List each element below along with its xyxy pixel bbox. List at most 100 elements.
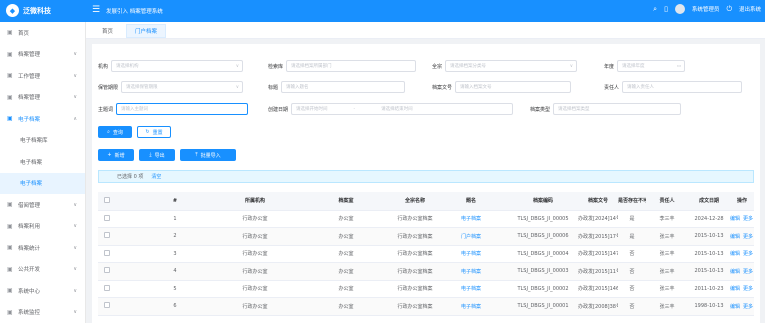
search-button[interactable]: ⌕ 查询	[98, 126, 132, 138]
date-label: 创建日期	[268, 106, 289, 113]
table-cell: 张三丰	[646, 262, 688, 281]
sidebar-item[interactable]: 电子档案	[0, 172, 85, 194]
chevron-icon: ∨	[73, 201, 77, 208]
edit-link[interactable]: 编辑	[730, 269, 740, 275]
table-cell: 行政办公室档案	[396, 262, 434, 281]
title-input[interactable]: 请输入题名	[281, 81, 406, 93]
tab-portal-archive[interactable]: 门户档案	[126, 24, 167, 38]
sidebar-item[interactable]: ▣ 工作管理 ∨	[0, 65, 85, 87]
archive-icon: ▣	[7, 50, 13, 58]
table-cell: 办政发[2015]147号	[578, 245, 618, 263]
edit-link[interactable]: 编辑	[730, 216, 740, 222]
fullscreen-icon[interactable]: ▯	[664, 5, 668, 13]
person-input[interactable]: 请输入责任人	[622, 81, 743, 93]
avatar[interactable]	[674, 4, 685, 14]
table-cell: 行政办公室档案	[396, 297, 434, 316]
title-link[interactable]: 电子档案	[434, 210, 508, 228]
table-cell: 办公室	[296, 280, 396, 298]
keyword-input[interactable]: 请输入主题词	[116, 103, 249, 115]
column-header: 题名	[434, 192, 508, 211]
table-cell: 否	[618, 297, 646, 316]
title-label: 标题	[268, 84, 279, 91]
user-name[interactable]: 系统管理员	[692, 5, 720, 13]
sidebar-item-label: 电子档案	[20, 181, 43, 188]
refresh-icon: ↻	[145, 129, 150, 135]
search-icon[interactable]: ⌕	[653, 5, 657, 14]
more-link[interactable]: 更多 ∨	[743, 216, 754, 222]
table-cell: 李三丰	[646, 210, 688, 228]
sidebar-item[interactable]: ▣ 档案统计 ∨	[0, 237, 85, 259]
sidebar-item[interactable]: 电子档案	[0, 151, 85, 173]
dept-select[interactable]: 请选择档案所属部门	[286, 60, 417, 72]
dept-label: 检索库	[268, 63, 284, 70]
title-link[interactable]: 电子档案	[434, 245, 508, 263]
table-cell: 2015-10-13	[688, 245, 730, 263]
row-checkbox[interactable]	[98, 210, 116, 228]
row-checkbox[interactable]	[98, 227, 116, 246]
table-cell: 办政发[2015]17号	[578, 227, 618, 246]
chevron-icon: ∨	[73, 223, 77, 230]
sidebar-item[interactable]: ▣ 公共开发 ∨	[0, 259, 85, 281]
edit-link[interactable]: 编辑	[730, 251, 740, 257]
more-link[interactable]: 更多 ∨	[743, 304, 754, 310]
document-icon: ▣	[7, 115, 13, 123]
date-range-picker[interactable]: 请选择开始时间 - 请选择结束时间	[291, 103, 514, 115]
edit-link[interactable]: 编辑	[730, 304, 740, 310]
logout-icon[interactable]: ⏻	[726, 5, 732, 14]
table-cell: 1998-10-13	[688, 297, 730, 316]
add-button[interactable]: + 新增	[98, 149, 134, 161]
table-cell: 行政办公室档案	[396, 227, 434, 246]
table-cell: TLSJ_DBGS_JI_00005	[508, 210, 578, 228]
tab-home[interactable]: 首页	[94, 24, 121, 38]
column-header: 档案文号	[578, 192, 618, 211]
manage-select[interactable]: 请选择保管期限 ∨	[121, 81, 244, 93]
year-picker[interactable]: 请选择年度 ▭	[617, 60, 686, 72]
row-checkbox[interactable]	[98, 297, 116, 316]
chevron-icon: ∧	[73, 115, 77, 122]
table-cell: 行政办公室	[214, 227, 296, 246]
selected-count: 已选择 0 项	[117, 174, 144, 180]
title-link[interactable]: 门户档案	[434, 227, 508, 246]
system-title: 发展引入 档案管理系统	[106, 9, 163, 15]
row-checkbox[interactable]	[98, 262, 116, 281]
table-cell: 5	[136, 280, 214, 298]
chevron-icon: ∨	[73, 309, 77, 316]
title-link[interactable]: 电子档案	[434, 262, 508, 281]
title-link[interactable]: 电子档案	[434, 280, 508, 298]
table-cell: 张三丰	[646, 245, 688, 263]
sidebar-item[interactable]: ▣ 系统监控 ∨	[0, 302, 85, 323]
more-link[interactable]: 更多 ∨	[743, 251, 754, 257]
logout-button[interactable]: 退出系统	[739, 5, 761, 13]
column-header: 档案编码	[508, 192, 578, 211]
row-checkbox[interactable]	[98, 280, 116, 298]
batch-import-button[interactable]: ⤒ 批量导入	[180, 149, 236, 161]
edit-link[interactable]: 编辑	[730, 234, 740, 240]
type-select[interactable]: 请选择档案类型	[553, 103, 682, 115]
sidebar-item[interactable]: ▣ 档案管理 ∨	[0, 87, 85, 109]
more-link[interactable]: 更多 ∨	[743, 286, 754, 292]
checkbox-icon	[104, 249, 110, 256]
sidebar-item[interactable]: ▣ 档案管理 ∨	[0, 44, 85, 66]
home-icon: ▣	[7, 29, 13, 37]
export-button[interactable]: ⤓ 导出	[139, 149, 175, 161]
sidebar-item[interactable]: ▣ 首页	[0, 22, 85, 44]
sidebar-item[interactable]: ▣ 档案利用 ∨	[0, 216, 85, 238]
edit-link[interactable]: 编辑	[730, 286, 740, 292]
table-cell: 是	[618, 227, 646, 246]
category-select[interactable]: 请选择档案分类号 ∨	[445, 60, 578, 72]
sidebar-item[interactable]: ▣ 电子档案 ∧	[0, 108, 85, 130]
title-link[interactable]: 电子档案	[434, 297, 508, 316]
keyword-label: 主题词	[98, 106, 114, 113]
more-link[interactable]: 更多 ∨	[743, 269, 754, 275]
more-link[interactable]: 更多 ∨	[743, 234, 754, 240]
docno-input[interactable]: 请输入档案文号	[455, 81, 572, 93]
sidebar-item[interactable]: ▣ 借阅管理 ∨	[0, 194, 85, 216]
reset-button[interactable]: ↻ 重置	[137, 126, 171, 138]
menu-toggle-icon[interactable]: ☰	[92, 5, 100, 15]
clear-selection-link[interactable]: 清空	[151, 173, 161, 180]
row-checkbox[interactable]	[98, 245, 116, 263]
org-select[interactable]: 请选择机构 ∨	[111, 60, 244, 72]
select-all-checkbox[interactable]	[98, 192, 116, 211]
sidebar-item[interactable]: ▣ 系统中心 ∨	[0, 280, 85, 302]
sidebar-item[interactable]: 电子档案库	[0, 130, 85, 152]
